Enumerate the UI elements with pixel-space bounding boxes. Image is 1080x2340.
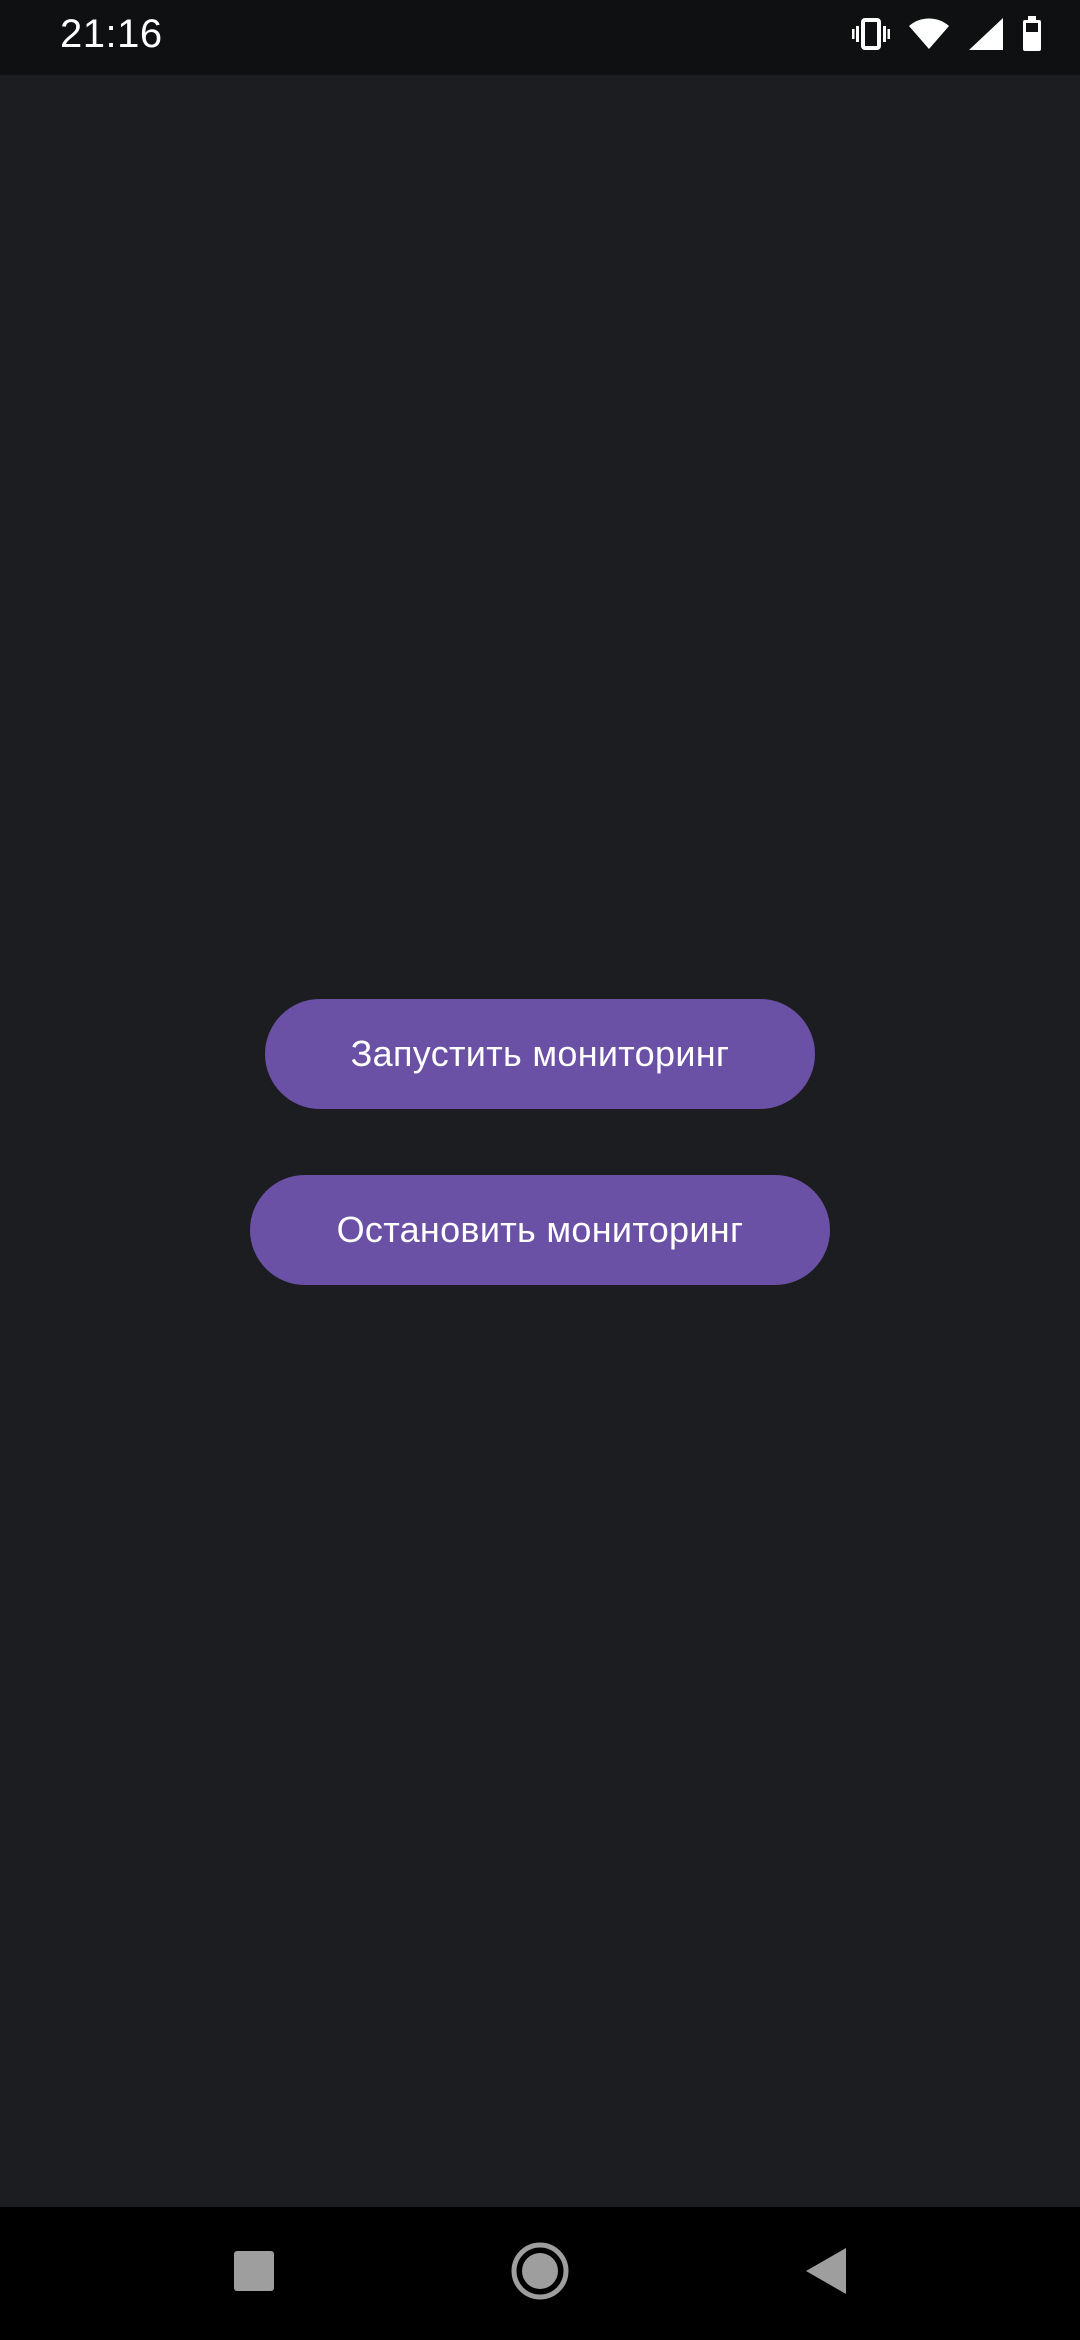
status-icons [852,14,1042,54]
home-icon [510,2241,570,2306]
signal-icon [968,17,1004,51]
vibrate-icon [852,18,890,50]
recent-apps-button[interactable] [194,2207,314,2340]
battery-icon [1022,16,1042,52]
back-icon [804,2246,848,2301]
back-button[interactable] [766,2207,886,2340]
status-time: 21:16 [60,12,163,56]
stop-monitoring-button[interactable]: Остановить мониторинг [250,1175,830,1285]
status-bar: 21:16 [0,0,1080,75]
main-content: Запустить мониторинг Остановить монитори… [0,75,1080,2207]
wifi-icon [908,18,950,50]
start-monitoring-button[interactable]: Запустить мониторинг [265,999,815,1109]
screen: 21:16 Запустить мониторинг Остановить мо… [0,0,1080,2340]
navigation-bar [0,2207,1080,2340]
recent-apps-icon [232,2249,276,2298]
home-button[interactable] [480,2207,600,2340]
